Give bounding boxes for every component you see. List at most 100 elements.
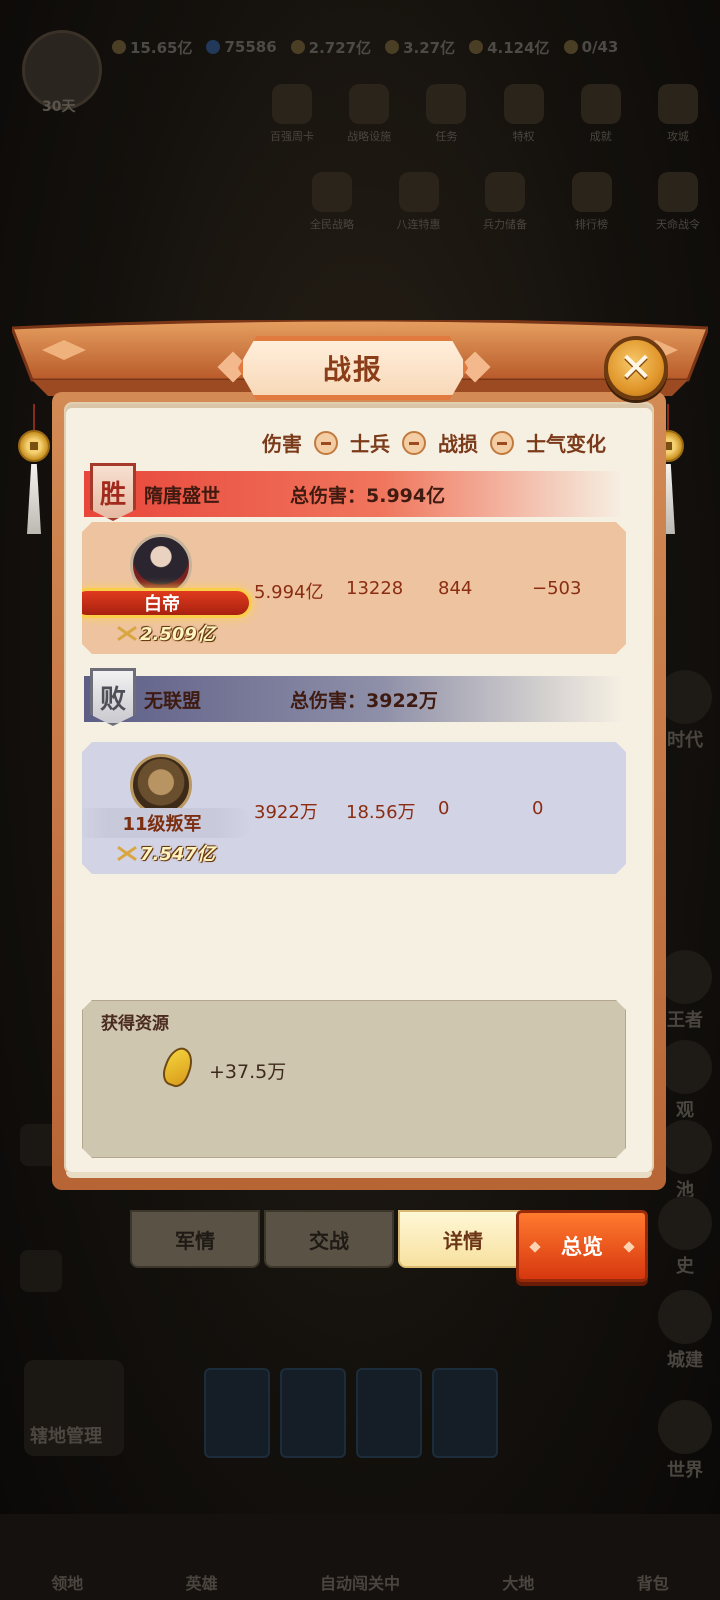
event-icon — [398, 172, 439, 212]
loser-header: 败 无联盟 总伤害：3922万 — [84, 668, 624, 726]
resource-iron: 4.124亿 — [469, 37, 550, 58]
diamond-icon — [206, 40, 221, 54]
resource-diamond: 75586 — [206, 38, 277, 56]
resource-food: 2.727亿 — [290, 37, 371, 58]
hud-achievements[interactable]: 成就 — [569, 84, 633, 144]
legend-soldiers: 士兵 — [350, 432, 390, 456]
side-history[interactable]: 史 — [658, 1196, 712, 1278]
minus-icon — [490, 430, 514, 455]
hud-siege[interactable]: 攻城 — [646, 84, 710, 144]
nav-bag[interactable]: 背包 — [637, 1570, 669, 1594]
pool-icon — [658, 1120, 712, 1174]
stamina-icon — [563, 40, 578, 54]
dialog-title-plaque: 战报 — [238, 336, 468, 400]
overview-button[interactable]: 总览 — [516, 1210, 648, 1282]
side-view[interactable]: 观 — [658, 1040, 712, 1122]
diamond-ornament — [529, 1241, 541, 1253]
loser-unit-row[interactable]: 11级叛军 7.547亿 3922万 18.56万 0 0 — [82, 742, 626, 874]
rebel-name-bar: 11级叛军 — [72, 808, 252, 838]
hud-second-row: 全民战略 八连特惠 兵力储备 排行榜 天命战令 — [300, 172, 710, 232]
victory-badge: 胜 — [90, 463, 136, 521]
side-world[interactable]: 世界 — [658, 1400, 712, 1482]
winner-alliance: 隋唐盛世 — [144, 484, 221, 507]
hud-event-3[interactable]: 兵力储备 — [473, 172, 537, 232]
hero-card[interactable] — [280, 1368, 346, 1458]
rebel-power: 7.547亿 — [116, 840, 215, 866]
report-tabs: 军情 交战 详情 — [130, 1210, 528, 1268]
side-king[interactable]: 王者 — [658, 950, 712, 1032]
side-pool[interactable]: 池 — [658, 1120, 712, 1202]
left-side-button[interactable] — [20, 1250, 62, 1292]
winner-hero-row[interactable]: 白帝 2.509亿 5.994亿 13228 844 −503 — [82, 522, 626, 654]
loser-damage: 3922万 — [254, 802, 318, 823]
loser-morale: 0 — [532, 798, 544, 819]
rebel-name: 11级叛军 — [122, 814, 202, 835]
hud-event-5[interactable]: 天命战令 — [646, 172, 710, 232]
hero-card[interactable] — [204, 1368, 270, 1458]
resource-wood: 3.27亿 — [385, 37, 455, 58]
legend-damage: 伤害 — [262, 432, 302, 456]
hud-strategy[interactable]: 战略设施 — [337, 84, 401, 144]
loser-losses: 0 — [438, 798, 450, 819]
event-icon — [658, 172, 698, 212]
resource-stamina: 0/43 — [563, 38, 618, 56]
winner-morale: −503 — [532, 578, 582, 599]
achievement-icon — [580, 84, 621, 124]
city-build-icon — [658, 1290, 712, 1344]
screen: { "hud": { "days": "30天", "resources": [… — [0, 0, 720, 1600]
food-icon — [290, 40, 305, 54]
nav-world[interactable]: 大地 — [502, 1570, 534, 1594]
grain-icon — [159, 1044, 197, 1090]
tab-battle[interactable]: 交战 — [264, 1210, 394, 1268]
tab-intel[interactable]: 军情 — [130, 1210, 260, 1268]
stat-legend: 伤害 士兵 战损 士气变化 — [262, 428, 606, 457]
land-management-button[interactable]: 辖地管理 — [24, 1360, 124, 1456]
legend-morale: 士气变化 — [526, 432, 606, 456]
side-era[interactable]: 时代 — [658, 670, 712, 752]
coin-icon — [18, 430, 50, 462]
winner-total-damage: 总伤害：5.994亿 — [290, 484, 446, 507]
minus-icon — [402, 430, 426, 455]
hud-event-2[interactable]: 八连特惠 — [387, 172, 451, 232]
history-icon — [658, 1196, 712, 1250]
event-icon — [485, 172, 525, 212]
loser-alliance: 无联盟 — [144, 689, 202, 712]
hud-event-4[interactable]: 排行榜 — [560, 172, 624, 232]
nav-auto-battle[interactable]: 自动闯关中 — [320, 1570, 400, 1594]
hero-name-bar: 白帝 — [72, 588, 252, 618]
tab-details[interactable]: 详情 — [398, 1210, 528, 1268]
nav-heroes[interactable]: 英雄 — [186, 1570, 218, 1594]
side-city-build[interactable]: 城建 — [658, 1290, 712, 1372]
era-icon — [658, 670, 712, 724]
hud-top-row: 百强周卡 战略设施 任务 特权 成就 攻城 — [260, 84, 710, 144]
winner-damage: 5.994亿 — [254, 582, 324, 603]
hero-name: 白帝 — [144, 594, 180, 615]
hero-card[interactable] — [356, 1368, 422, 1458]
minus-icon — [314, 430, 338, 455]
event-icon — [571, 172, 612, 212]
siege-icon — [657, 84, 698, 124]
diamond-ornament — [623, 1241, 635, 1253]
iron-icon — [469, 40, 484, 54]
legend-losses: 战损 — [438, 432, 478, 456]
loser-soldiers: 18.56万 — [346, 802, 416, 823]
hud-tasks[interactable]: 任务 — [414, 84, 478, 144]
resources-gained-panel: 获得资源 +37.5万 — [82, 1000, 626, 1158]
winner-losses: 844 — [438, 578, 473, 599]
close-button[interactable]: ✕ — [604, 336, 668, 400]
task-icon — [426, 84, 467, 124]
days-label: 30天 — [42, 99, 76, 115]
nav-territory[interactable]: 领地 — [51, 1570, 83, 1594]
hud-privilege[interactable]: 特权 — [492, 84, 556, 144]
strategy-icon — [349, 84, 390, 124]
hero-card[interactable] — [432, 1368, 498, 1458]
winner-soldiers: 13228 — [346, 578, 404, 599]
close-icon: ✕ — [619, 345, 653, 391]
hud-weekly-card[interactable]: 百强周卡 — [260, 84, 324, 144]
hud-event-1[interactable]: 全民战略 — [300, 172, 364, 232]
resources-title: 获得资源 — [101, 1014, 169, 1034]
loser-total-damage: 总伤害：3922万 — [290, 689, 438, 712]
hero-power: 2.509亿 — [116, 620, 215, 646]
grain-amount: +37.5万 — [209, 1061, 287, 1083]
world-icon — [658, 1400, 712, 1454]
